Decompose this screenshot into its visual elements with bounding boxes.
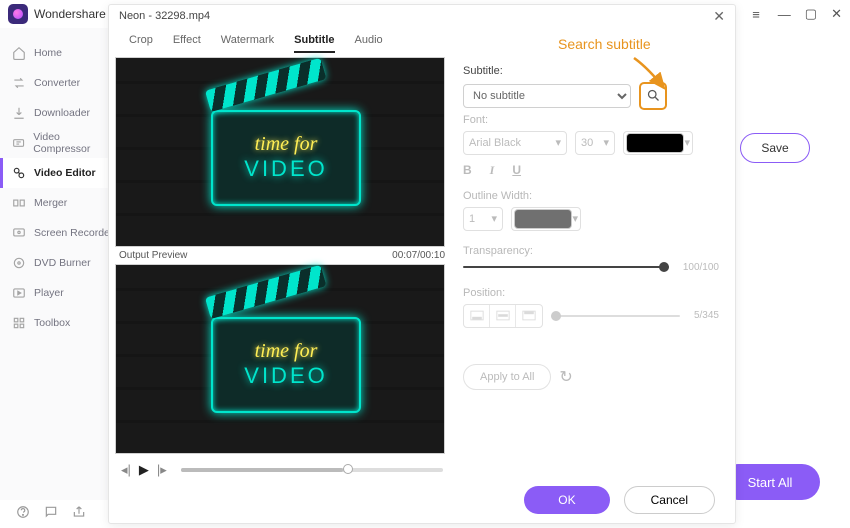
output-preview-label: Output Preview xyxy=(119,250,187,261)
close-window-icon[interactable]: ✕ xyxy=(831,6,842,22)
brand-text: Wondershare xyxy=(34,7,106,21)
tab-audio[interactable]: Audio xyxy=(355,34,383,53)
maximize-icon[interactable]: ▢ xyxy=(805,6,817,22)
subtitle-select[interactable]: No subtitle xyxy=(463,84,631,108)
transparency-slider[interactable] xyxy=(463,266,669,268)
bottombar xyxy=(0,500,116,528)
timeline-scrubber[interactable] xyxy=(181,468,443,472)
position-middle-icon[interactable] xyxy=(490,305,516,327)
search-subtitle-button[interactable] xyxy=(639,82,667,110)
sidebar-item-label: Video Editor xyxy=(34,167,96,179)
sidebar-item-converter[interactable]: Converter xyxy=(0,68,115,98)
close-icon[interactable]: ✕ xyxy=(713,8,725,25)
sidebar-item-player[interactable]: Player xyxy=(0,278,115,308)
sidebar-item-home[interactable]: Home xyxy=(0,38,115,68)
tab-subtitle[interactable]: Subtitle xyxy=(294,34,334,53)
font-label: Font: xyxy=(463,114,719,126)
sidebar-item-label: Converter xyxy=(34,77,80,89)
timecode: 00:07/00:10 xyxy=(392,250,445,261)
share-icon[interactable] xyxy=(72,505,86,524)
sidebar-item-screen-recorder[interactable]: Screen Recorder xyxy=(0,218,115,248)
italic-toggle[interactable]: I xyxy=(490,163,495,178)
transparency-value: 100/100 xyxy=(683,262,719,273)
position-label: Position: xyxy=(463,287,719,299)
output-preview: time for VIDEO xyxy=(115,264,445,454)
search-icon xyxy=(646,88,661,103)
ok-button[interactable]: OK xyxy=(524,486,609,514)
position-presets[interactable] xyxy=(463,304,543,328)
preview-column: time for VIDEO Output Preview 00:07/00:1… xyxy=(109,53,449,478)
sidebar-item-label: Toolbox xyxy=(34,317,70,329)
sidebar-item-dvd-burner[interactable]: DVD Burner xyxy=(0,248,115,278)
sidebar-item-label: Downloader xyxy=(34,107,90,119)
sidebar-item-merger[interactable]: Merger xyxy=(0,188,115,218)
sidebar-item-label: Home xyxy=(34,47,62,59)
minimize-icon[interactable]: — xyxy=(778,7,791,22)
cancel-button[interactable]: Cancel xyxy=(624,486,715,514)
position-bottom-icon[interactable] xyxy=(464,305,490,327)
sidebar-item-label: Screen Recorder xyxy=(34,227,113,239)
position-slider[interactable] xyxy=(551,315,680,317)
neon-text-1: time for xyxy=(255,134,318,154)
outline-color-select[interactable]: ▾ xyxy=(511,207,581,231)
next-frame-icon[interactable]: |▸ xyxy=(157,462,167,478)
sidebar-item-video-editor[interactable]: Video Editor xyxy=(0,158,115,188)
playback-controls: ◂| ▶ |▸ xyxy=(115,454,449,478)
sidebar: Home Converter Downloader Video Compress… xyxy=(0,28,116,500)
apply-to-all-button[interactable]: Apply to All xyxy=(463,364,551,390)
feedback-icon[interactable] xyxy=(44,505,58,524)
save-button[interactable]: Save xyxy=(740,133,810,163)
outline-label: Outline Width: xyxy=(463,190,719,202)
editor-dialog: Neon - 32298.mp4 ✕ Crop Effect Watermark… xyxy=(108,4,736,524)
bold-toggle[interactable]: B xyxy=(463,163,472,178)
sidebar-item-compressor[interactable]: Video Compressor xyxy=(0,128,115,158)
sidebar-item-label: Player xyxy=(34,287,64,299)
play-icon[interactable]: ▶ xyxy=(139,462,149,478)
outline-width-select[interactable]: 1▾ xyxy=(463,207,503,231)
editor-tabs: Crop Effect Watermark Subtitle Audio xyxy=(109,28,735,53)
app-logo xyxy=(8,4,28,24)
sidebar-item-downloader[interactable]: Downloader xyxy=(0,98,115,128)
position-top-icon[interactable] xyxy=(516,305,542,327)
help-icon[interactable] xyxy=(16,505,30,524)
underline-toggle[interactable]: U xyxy=(512,163,521,178)
transparency-label: Transparency: xyxy=(463,245,719,257)
hamburger-icon[interactable]: ≡ xyxy=(752,7,760,22)
sidebar-item-toolbox[interactable]: Toolbox xyxy=(0,308,115,338)
neon-text-2: VIDEO xyxy=(244,156,327,182)
font-color-select[interactable]: ▾ xyxy=(623,131,693,155)
subtitle-label: Subtitle: xyxy=(463,65,719,77)
refresh-icon[interactable]: ↻ xyxy=(559,367,572,387)
sidebar-item-label: DVD Burner xyxy=(34,257,91,269)
font-size-select[interactable]: 30▾ xyxy=(575,131,615,155)
font-family-select[interactable]: Arial Black▾ xyxy=(463,131,567,155)
source-preview: time for VIDEO xyxy=(115,57,445,247)
tab-crop[interactable]: Crop xyxy=(129,34,153,53)
sidebar-item-label: Merger xyxy=(34,197,67,209)
sidebar-item-label: Video Compressor xyxy=(33,131,115,155)
dialog-title: Neon - 32298.mp4 xyxy=(119,10,210,22)
tab-effect[interactable]: Effect xyxy=(173,34,201,53)
prev-frame-icon[interactable]: ◂| xyxy=(121,462,131,478)
subtitle-settings: Subtitle: No subtitle Font: Arial Black▾… xyxy=(449,53,735,478)
tab-watermark[interactable]: Watermark xyxy=(221,34,274,53)
position-value: 5/345 xyxy=(694,310,719,321)
